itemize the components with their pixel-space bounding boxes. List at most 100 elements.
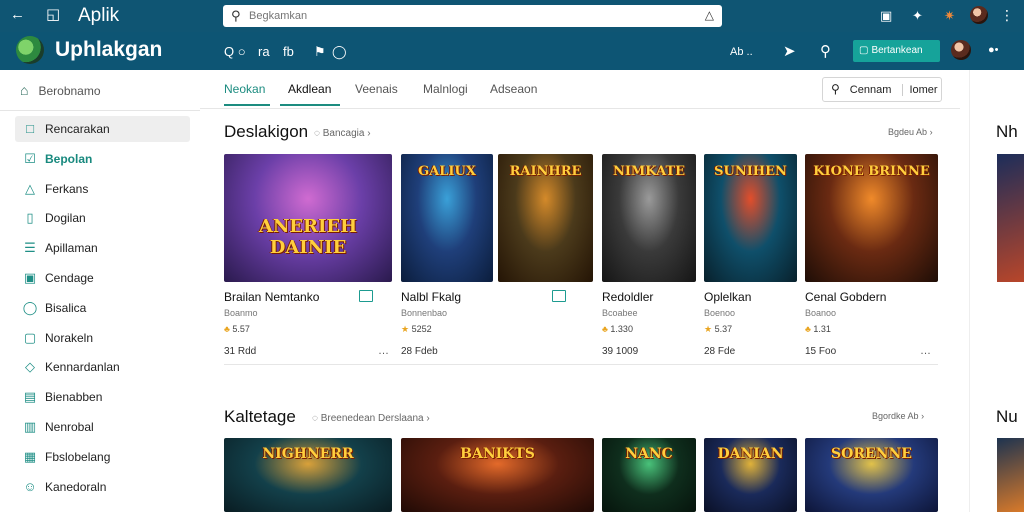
game-card-image[interactable]: NIMKATE <box>602 154 696 282</box>
partial-card-image-2[interactable] <box>997 438 1024 512</box>
game-card-image[interactable]: NIGHNERR <box>224 438 392 512</box>
more-vertical-icon[interactable]: ⋮ <box>1000 7 1014 23</box>
frame-icon: ▢ <box>23 329 37 345</box>
avatar[interactable] <box>970 6 988 24</box>
home-icon: ⌂ <box>20 82 29 98</box>
game-card-image[interactable]: BANIKTS <box>401 438 594 512</box>
sub-link-search[interactable]: Q ○ <box>224 44 246 59</box>
calendar-icon: ▦ <box>23 448 37 464</box>
sidebar-item[interactable]: ▢ Norakeln <box>15 325 190 351</box>
chevron-right-icon: › <box>921 411 925 421</box>
cta-button[interactable]: ▢ Bertankean <box>853 40 940 62</box>
doc-icon: ▯ <box>26 210 34 226</box>
game-title[interactable]: Redoldler <box>602 290 653 304</box>
sub-link-ra[interactable]: ra <box>258 44 270 59</box>
store-icon[interactable]: ▣ <box>880 8 892 24</box>
sidebar-item[interactable]: ◇ Kennardanlan <box>15 354 190 380</box>
section-subtitle[interactable]: ◌ Bancagia › <box>314 128 371 139</box>
game-title[interactable]: Cenal Gobdern <box>805 290 886 304</box>
scrollbar[interactable] <box>969 70 970 512</box>
game-card-image[interactable]: GALIUX <box>401 154 493 282</box>
pin-icon[interactable]: ➤ <box>783 42 796 60</box>
sidebar-item[interactable]: ◯ Bisalica <box>15 295 190 321</box>
profile-avatar[interactable] <box>951 40 971 60</box>
info-icon: ◌ <box>314 128 320 139</box>
sidebar-item[interactable]: ▥ Nenrobal <box>15 414 190 440</box>
game-rating: ♣ 1.330 <box>602 324 633 334</box>
more-horizontal-icon[interactable]: … <box>920 345 932 357</box>
star-icon: ★ <box>401 324 412 334</box>
sidebar-item[interactable]: ▯ Dogilan <box>15 205 190 231</box>
game-card-image[interactable]: SORENNE <box>805 438 938 512</box>
circle-icon: ◯ <box>22 299 38 315</box>
flame-icon[interactable]: ✷ <box>944 8 955 24</box>
tab[interactable]: Malnlogi <box>423 82 468 96</box>
sidebar-item[interactable]: ▦ Fbslobelang <box>15 444 190 470</box>
sidebar-item-label: Cendage <box>45 271 94 285</box>
section-subtitle-2[interactable]: ◌ Breenedean Derslaana › <box>312 413 430 424</box>
section-more-link[interactable]: Bgdeu Ab › <box>888 127 933 137</box>
triangle-icon: △ <box>25 180 35 196</box>
game-card-image[interactable]: DANIAN <box>704 438 797 512</box>
section-more-link-2[interactable]: Bgordke Ab › <box>872 411 924 421</box>
sub-right-text[interactable]: Ab .. <box>730 46 753 58</box>
person-icon: ☺ <box>23 478 37 494</box>
sidebar-item-label: Bisalica <box>45 300 87 315</box>
chevron-right-icon: › <box>929 127 933 137</box>
game-card-image[interactable]: NANC <box>602 438 696 512</box>
brand-logo-icon <box>16 36 44 64</box>
shield-icon[interactable]: ◯ <box>332 44 347 60</box>
install-icon[interactable] <box>552 290 566 302</box>
sidebar: ⌂ Berobnamo □ Rencarakan ☑ Bepolan △ Ferkans ▯ D… <box>0 70 200 512</box>
sidebar-home[interactable]: ⌂ Berobnamo <box>20 82 101 98</box>
game-rating: ♣ 5.57 <box>224 324 250 334</box>
game-developer: Boanmo <box>224 308 258 318</box>
game-title[interactable]: Oplelkan <box>704 290 751 304</box>
home-icon[interactable]: ◱ <box>46 7 60 23</box>
sidebar-item[interactable]: ☰ Apillaman <box>15 235 190 261</box>
circle-icon: ○ <box>237 44 246 59</box>
sidebar-item[interactable]: ▣ Cendage <box>15 265 190 291</box>
game-rating: ★ 5.37 <box>704 324 733 334</box>
search-input[interactable] <box>249 7 689 25</box>
sidebar-item[interactable]: △ Ferkans <box>15 176 190 202</box>
sub-link-fb[interactable]: fb <box>283 44 294 59</box>
game-card-image[interactable]: KIONE BRINNE <box>805 154 938 282</box>
share-icon[interactable]: ✦ <box>912 8 923 24</box>
tab[interactable]: Akdlean <box>288 82 331 96</box>
game-logo-text: KIONE BRINNE <box>813 164 930 179</box>
sidebar-item[interactable]: ▤ Bienabben <box>15 384 190 410</box>
chevron-right-icon: › <box>367 128 371 139</box>
tab[interactable]: Neokan <box>224 82 265 96</box>
more-icon[interactable]: ●• <box>988 44 999 56</box>
game-title[interactable]: Nalbl Fkalg <box>401 290 461 304</box>
sidebar-item[interactable]: □ Rencarakan <box>15 116 190 142</box>
tab[interactable]: Veenais <box>355 82 398 96</box>
flag-icon[interactable]: ⚑ <box>314 44 326 60</box>
install-icon[interactable] <box>359 290 373 302</box>
alert-icon[interactable]: △ <box>705 8 714 22</box>
sidebar-item[interactable]: ☺ Kanedoraln <box>15 474 190 500</box>
tab-indicator-secondary <box>280 104 340 106</box>
game-download-count: 28 Fdeb <box>401 346 438 357</box>
game-card-image[interactable]: RAINHRE <box>498 154 593 282</box>
game-card-image[interactable]: ANERIEH DAINIE <box>224 154 392 282</box>
back-arrow-icon[interactable]: ← <box>10 7 25 23</box>
section-title: Deslakigon <box>224 122 309 141</box>
sidebar-item[interactable]: ☑ Bepolan <box>15 146 190 172</box>
game-download-count: 28 Fde <box>704 346 736 357</box>
filter-extra: Iomer <box>902 84 938 96</box>
game-developer: Bonnenbao <box>401 308 448 318</box>
tab[interactable]: Adseaon <box>490 82 537 96</box>
list-icon: ☰ <box>24 240 36 256</box>
box-icon: ▣ <box>23 270 37 285</box>
partial-card-image[interactable] <box>997 154 1024 282</box>
more-horizontal-icon[interactable]: … <box>378 345 390 357</box>
next-section-title-2: Nu <box>996 407 1018 426</box>
game-card-image[interactable]: SUNIHEN <box>704 154 797 282</box>
filter-button[interactable]: ⚲ Cennam Iomer <box>822 77 942 102</box>
square-icon: □ <box>26 121 34 136</box>
search-box[interactable]: ⚲ △ <box>223 5 722 27</box>
search-icon[interactable]: ⚲ <box>820 42 831 60</box>
game-title[interactable]: Brailan Nemtanko <box>224 290 319 304</box>
